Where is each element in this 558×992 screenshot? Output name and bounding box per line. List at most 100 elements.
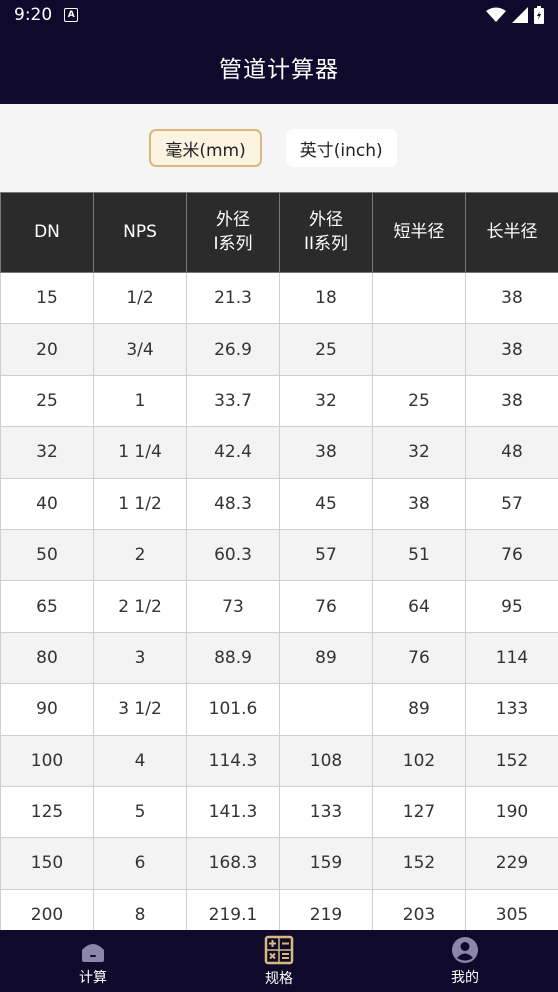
spec-table: DN NPS 外径 I系列 外径 II系列 短半径 长半径 15 1/2 21.3 18 38 20 3/… bbox=[0, 192, 558, 930]
table-cell: 305 bbox=[465, 888, 558, 930]
table-cell: 200 bbox=[0, 888, 94, 930]
table-cell: 42.4 bbox=[186, 426, 280, 479]
table-cell bbox=[372, 271, 466, 325]
table-cell: 3/4 bbox=[93, 323, 187, 376]
table-cell: 152 bbox=[372, 837, 466, 890]
table-cell: 5 bbox=[93, 785, 187, 839]
table-header-cell: NPS bbox=[93, 192, 187, 273]
table-cell: 50 bbox=[0, 528, 94, 582]
table-cell: 25 bbox=[279, 323, 373, 376]
table-header-cell: 长半径 bbox=[465, 192, 558, 273]
table-row: 40 1 1/2 48.3 45 38 57 bbox=[0, 477, 558, 530]
table-cell bbox=[372, 323, 466, 376]
table-cell: 76 bbox=[372, 631, 466, 685]
table-cell: 73 bbox=[186, 580, 280, 633]
table-cell: 8 bbox=[93, 888, 187, 930]
table-header-row: DN NPS 外径 I系列 外径 II系列 短半径 长半径 bbox=[0, 192, 558, 273]
table-cell: 33.7 bbox=[186, 374, 280, 428]
table-cell: 51 bbox=[372, 528, 466, 582]
table-header-cell: 外径 II系列 bbox=[279, 192, 373, 273]
table-cell: 102 bbox=[372, 734, 466, 787]
wifi-icon bbox=[486, 7, 506, 22]
table-body: 15 1/2 21.3 18 38 20 3/4 26.9 25 38 25 1 33.7 32 25 38 3… bbox=[0, 271, 558, 930]
table-cell: 88.9 bbox=[186, 631, 280, 685]
table-cell bbox=[279, 683, 373, 736]
table-row: 100 4 114.3 108 102 152 bbox=[0, 734, 558, 787]
table-cell: 76 bbox=[465, 528, 558, 582]
table-cell: 141.3 bbox=[186, 785, 280, 839]
table-cell: 133 bbox=[279, 785, 373, 839]
table-cell: 89 bbox=[372, 683, 466, 736]
notification-icon: A bbox=[64, 8, 79, 22]
nav-item-mine[interactable]: 我的 bbox=[372, 930, 558, 992]
table-row: 32 1 1/4 42.4 38 32 48 bbox=[0, 426, 558, 479]
table-cell: 3 1/2 bbox=[93, 683, 187, 736]
nav-item-spec[interactable]: 规格 bbox=[186, 930, 372, 992]
table-cell: 40 bbox=[0, 477, 94, 530]
table-cell: 48 bbox=[465, 426, 558, 479]
status-time: 9:20 bbox=[14, 5, 53, 25]
table-cell: 26.9 bbox=[186, 323, 280, 376]
table-cell: 38 bbox=[465, 271, 558, 325]
table-cell: 100 bbox=[0, 734, 94, 787]
table-cell: 38 bbox=[372, 477, 466, 530]
table-cell: 95 bbox=[465, 580, 558, 633]
table-row: 80 3 88.9 89 76 114 bbox=[0, 631, 558, 685]
table-row: 25 1 33.7 32 25 38 bbox=[0, 374, 558, 428]
table-cell: 219.1 bbox=[186, 888, 280, 930]
table-cell: 108 bbox=[279, 734, 373, 787]
nav-label-spec: 规格 bbox=[265, 970, 293, 987]
table-cell: 1 bbox=[93, 374, 187, 428]
bottom-nav: 计算 规格 我的 bbox=[0, 930, 558, 992]
table-cell: 190 bbox=[465, 785, 558, 839]
table-cell: 159 bbox=[279, 837, 373, 890]
table-cell: 101.6 bbox=[186, 683, 280, 736]
battery-icon bbox=[534, 6, 544, 24]
table-cell: 1/2 bbox=[93, 271, 187, 325]
home-icon bbox=[82, 943, 104, 962]
table-row: 90 3 1/2 101.6 89 133 bbox=[0, 683, 558, 736]
status-bar: 9:20 A bbox=[0, 0, 558, 30]
table-cell: 150 bbox=[0, 837, 94, 890]
nav-item-calculate[interactable]: 计算 bbox=[0, 930, 186, 992]
table-cell: 203 bbox=[372, 888, 466, 930]
table-cell: 2 1/2 bbox=[93, 580, 187, 633]
table-cell: 168.3 bbox=[186, 837, 280, 890]
table-cell: 133 bbox=[465, 683, 558, 736]
table-cell: 125 bbox=[0, 785, 94, 839]
table-cell: 38 bbox=[279, 426, 373, 479]
table-cell: 60.3 bbox=[186, 528, 280, 582]
table-cell: 1 1/2 bbox=[93, 477, 187, 530]
table-cell: 48.3 bbox=[186, 477, 280, 530]
table-cell: 80 bbox=[0, 631, 94, 685]
page-title: 管道计算器 bbox=[219, 57, 339, 83]
table-cell: 114 bbox=[465, 631, 558, 685]
table-cell: 2 bbox=[93, 528, 187, 582]
table-row: 200 8 219.1 219 203 305 bbox=[0, 888, 558, 930]
table-cell: 65 bbox=[0, 580, 94, 633]
app-bar: 管道计算器 bbox=[0, 30, 558, 104]
table-cell: 76 bbox=[279, 580, 373, 633]
table-cell: 21.3 bbox=[186, 271, 280, 325]
nav-label-calculate: 计算 bbox=[79, 969, 107, 986]
unit-inch-button[interactable]: 英寸(inch) bbox=[285, 129, 397, 167]
table-cell: 57 bbox=[465, 477, 558, 530]
unit-mm-button[interactable]: 毫米(mm) bbox=[149, 129, 262, 167]
table-cell: 15 bbox=[0, 271, 94, 325]
table-row: 50 2 60.3 57 51 76 bbox=[0, 528, 558, 582]
table-cell: 38 bbox=[465, 374, 558, 428]
signal-icon bbox=[512, 7, 528, 23]
table-cell: 219 bbox=[279, 888, 373, 930]
table-cell: 25 bbox=[372, 374, 466, 428]
table-cell: 6 bbox=[93, 837, 187, 890]
table-row: 65 2 1/2 73 76 64 95 bbox=[0, 580, 558, 633]
table-cell: 25 bbox=[0, 374, 94, 428]
table-cell: 18 bbox=[279, 271, 373, 325]
table-cell: 32 bbox=[279, 374, 373, 428]
table-cell: 229 bbox=[465, 837, 558, 890]
spec-table-container[interactable]: DN NPS 外径 I系列 外径 II系列 短半径 长半径 15 1/2 21.3 18 38 20 3/… bbox=[0, 192, 558, 930]
table-cell: 114.3 bbox=[186, 734, 280, 787]
table-cell: 1 1/4 bbox=[93, 426, 187, 479]
table-header-cell: DN bbox=[0, 192, 94, 273]
table-cell: 57 bbox=[279, 528, 373, 582]
